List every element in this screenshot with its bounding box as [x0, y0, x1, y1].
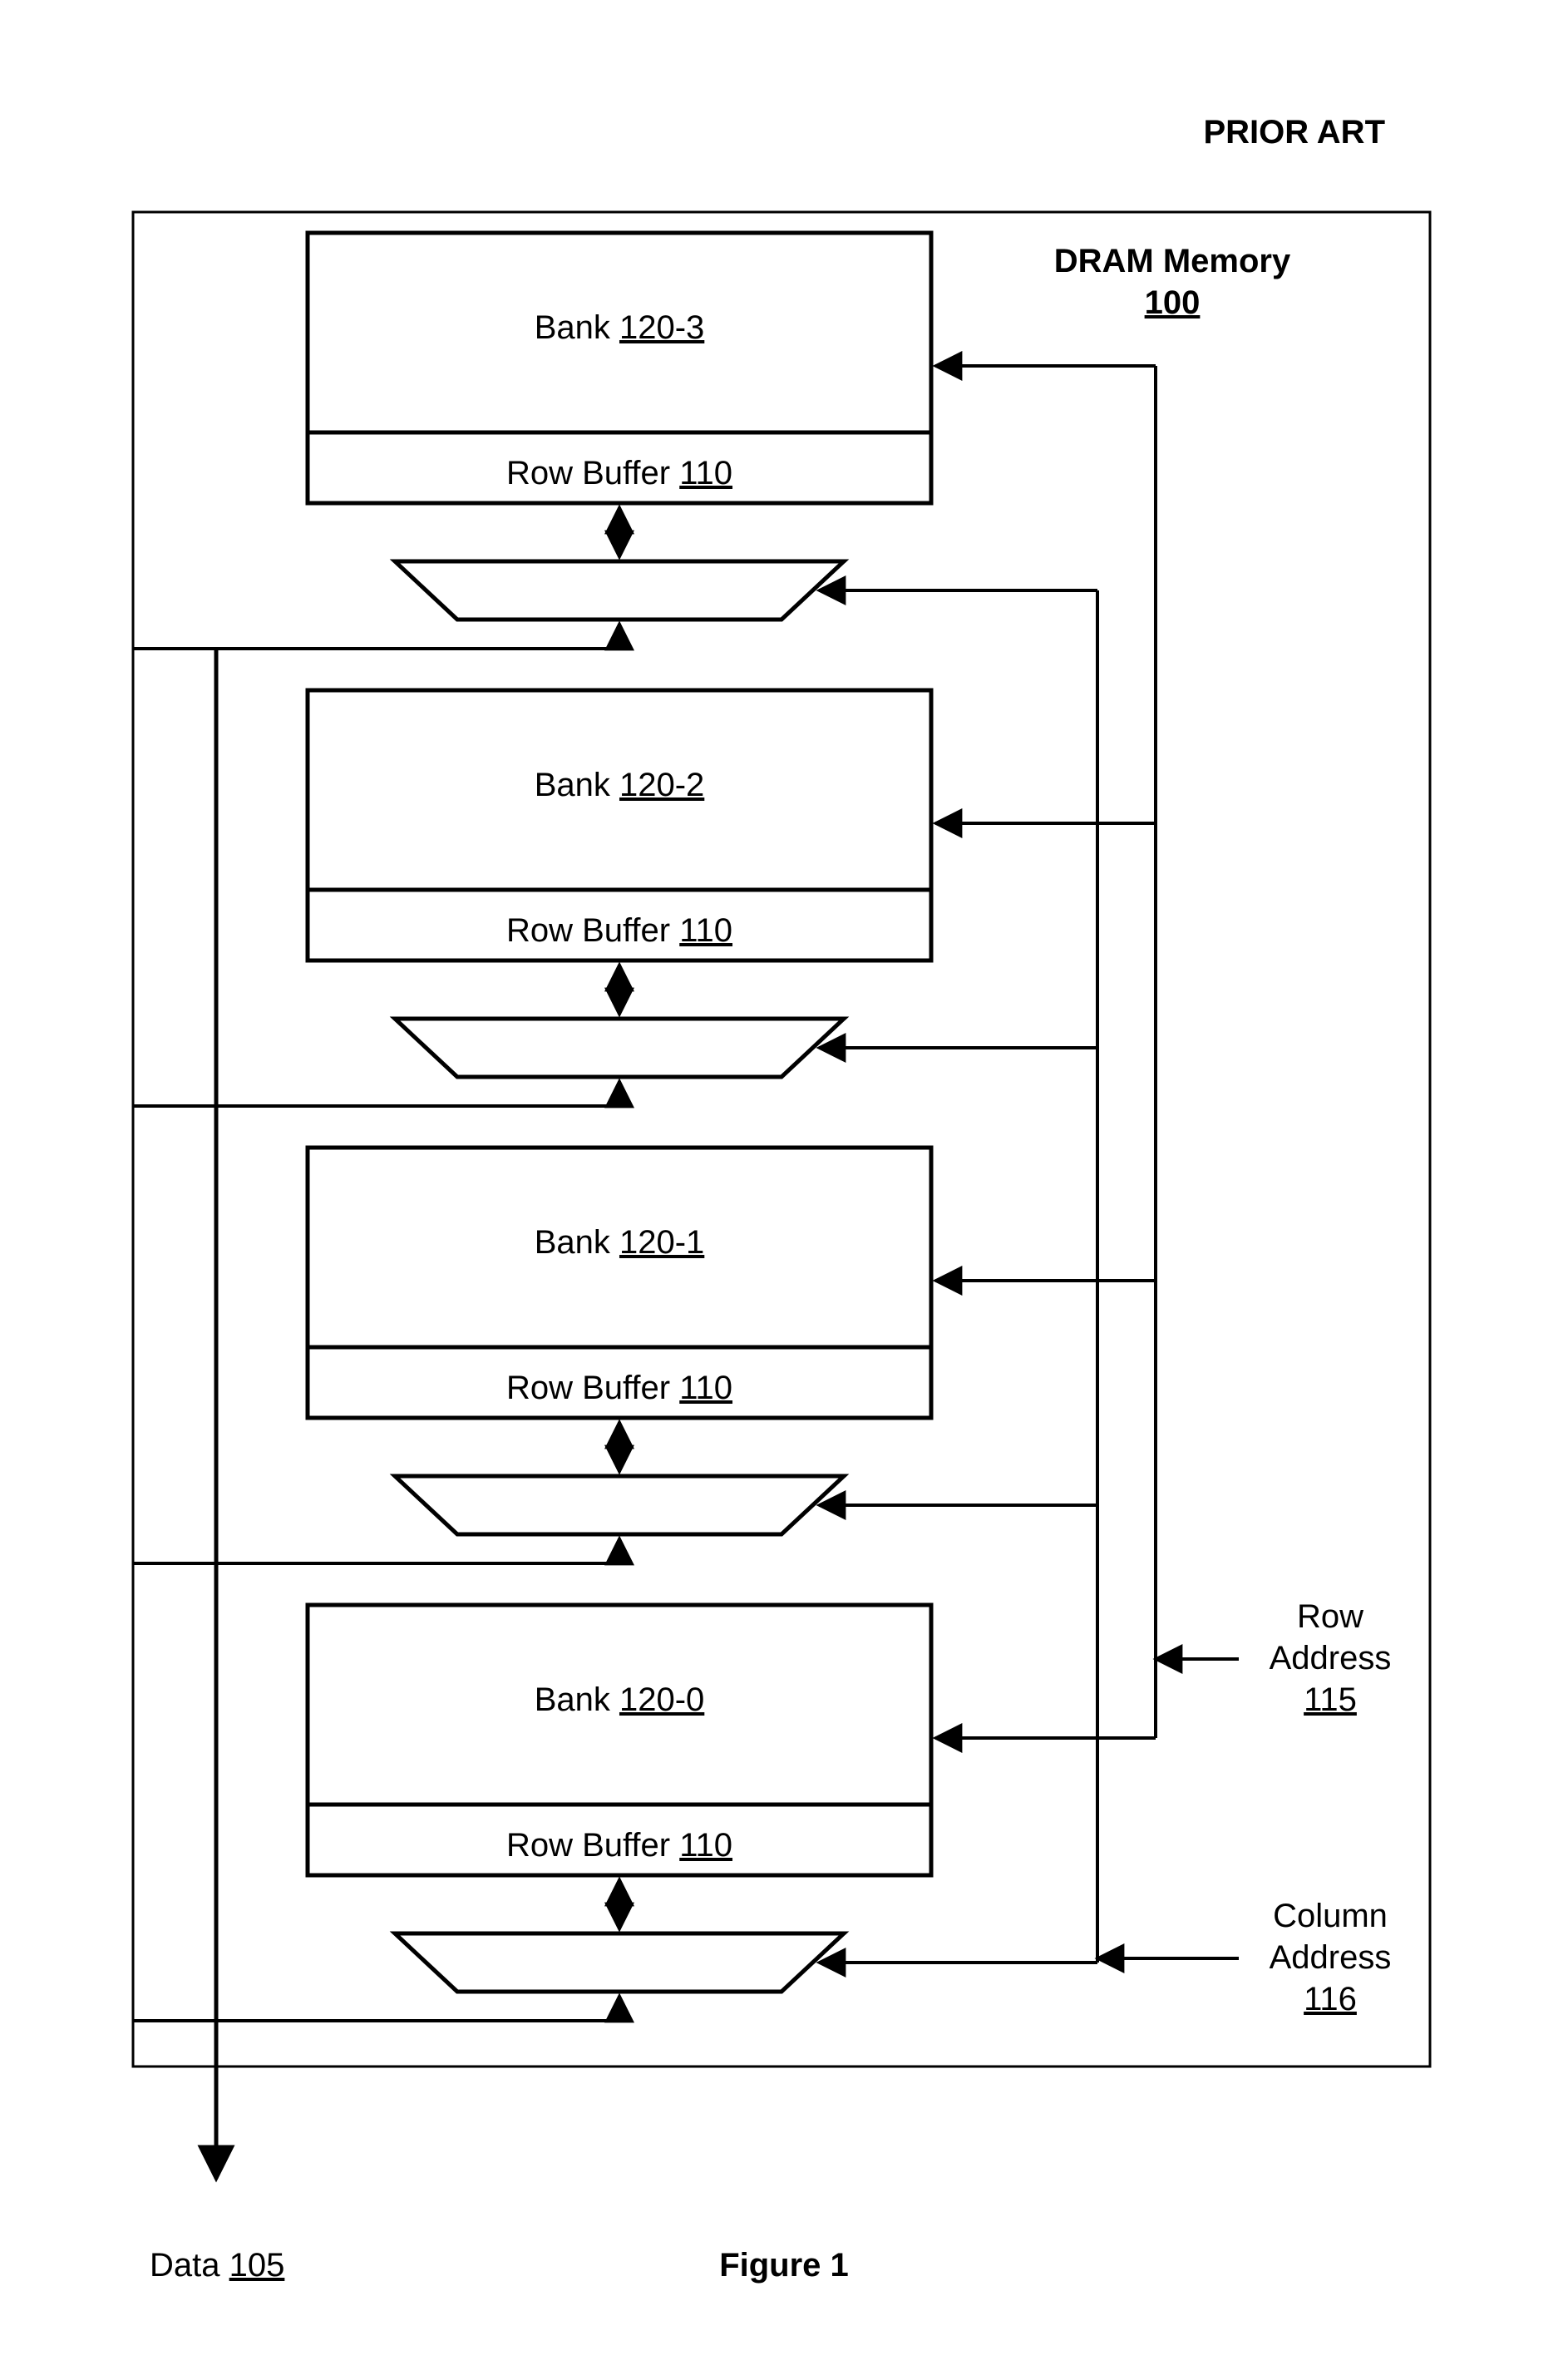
page: PRIOR ART DRAM Memory 100 Row Address 11…	[0, 0, 1568, 2380]
diagram-svg	[0, 0, 1568, 2380]
